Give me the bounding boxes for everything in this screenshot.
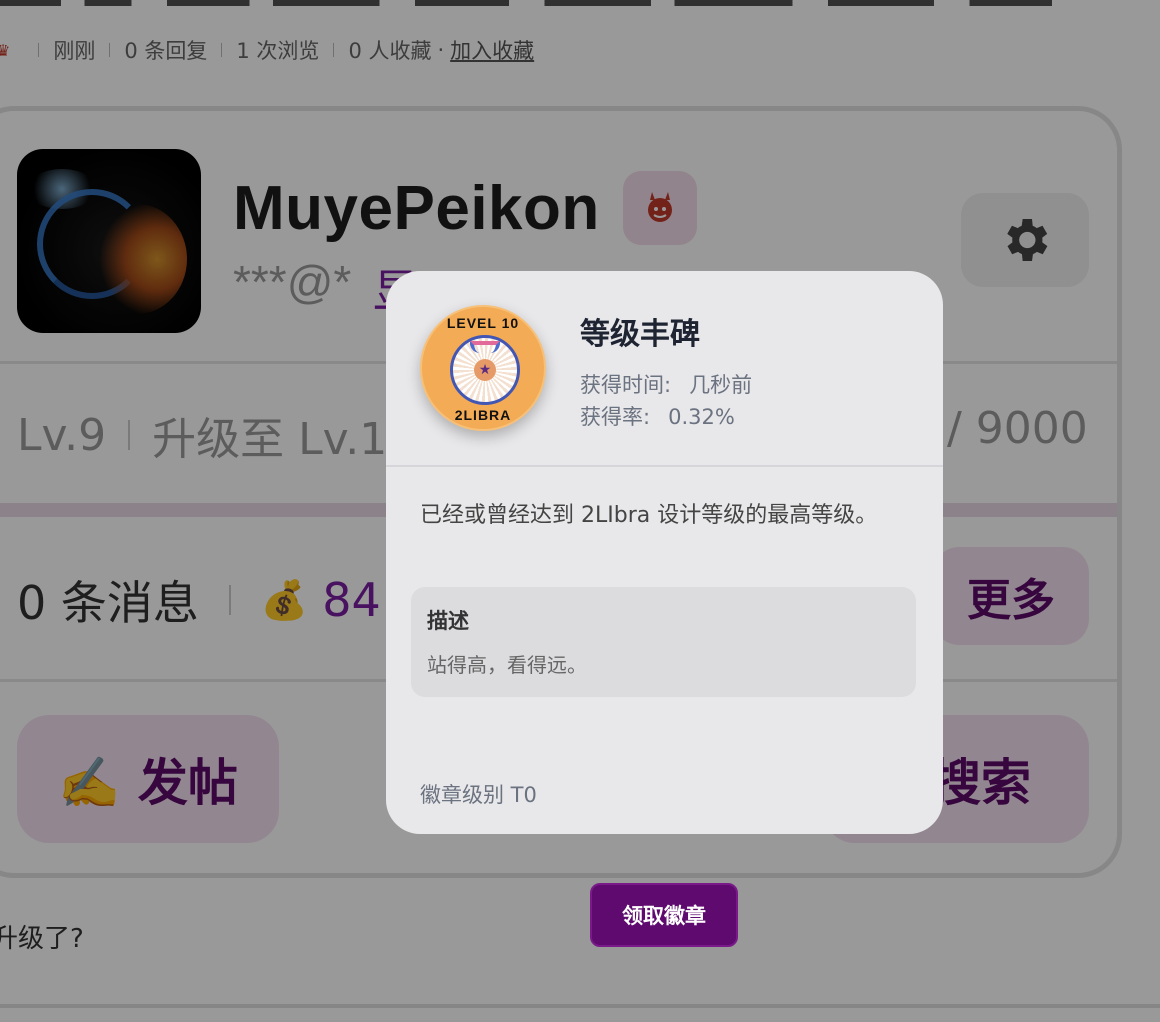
star-icon: ★ — [474, 359, 496, 381]
claim-badge-button[interactable]: 领取徽章 — [590, 883, 738, 947]
medal-ribbon — [470, 341, 500, 353]
medal-bottom-text: 2LIBRA — [454, 407, 512, 423]
description-text: 站得高，看得远。 — [427, 653, 587, 677]
page: ♛ 刚刚 0 条回复 1 次浏览 0 人收藏 · 加入收藏 MuyePeikon — [0, 0, 1160, 1022]
badge-modal: LEVEL 10 ★ 2LIBRA 等级丰碑 获得时间: 几秒前 获得率: 0.32… — [386, 271, 943, 834]
obtained-value: 几秒前 — [689, 373, 753, 397]
badge-tier: 徽章级别 T0 — [420, 783, 537, 807]
badge-description: 已经或曾经达到 2LIbra 设计等级的最高等级。 — [420, 503, 878, 528]
obtained-label: 获得时间: — [580, 373, 672, 397]
description-heading: 描述 — [427, 609, 469, 633]
rate-label: 获得率: — [580, 405, 651, 429]
level-medal-image: LEVEL 10 ★ 2LIBRA — [420, 305, 546, 431]
description-box: 描述 站得高，看得远。 — [411, 587, 916, 697]
badge-meta: 获得时间: 几秒前 获得率: 0.32% — [580, 369, 752, 433]
rate-value: 0.32% — [668, 405, 735, 429]
badge-title: 等级丰碑 — [580, 317, 700, 352]
medal-top-text: LEVEL 10 — [446, 315, 520, 331]
divider — [386, 465, 943, 467]
